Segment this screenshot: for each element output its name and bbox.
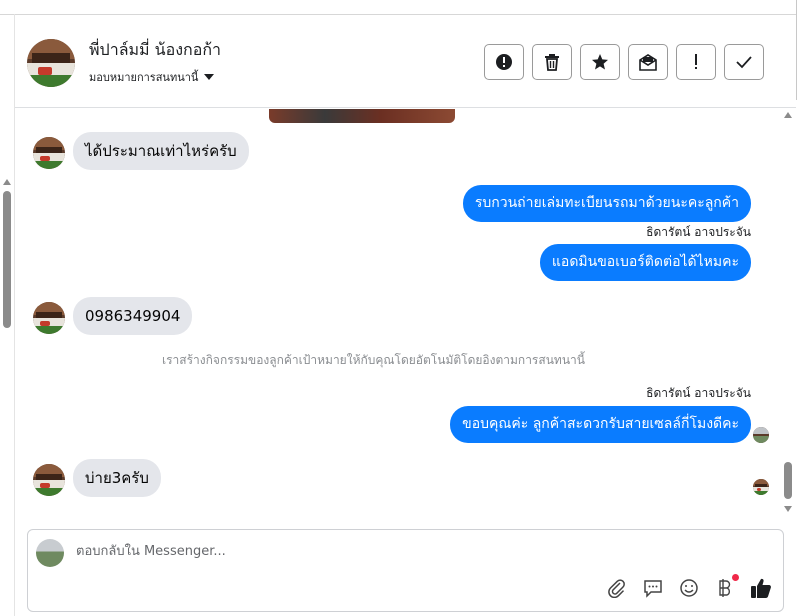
scroll-up-arrow-icon[interactable] [784, 112, 792, 118]
scroll-up-arrow-icon[interactable] [3, 179, 11, 185]
outgoing-message[interactable]: แอดมินขอเบอร์ติดต่อได้ไหมคะ [539, 244, 751, 281]
seen-receipt-avatar [753, 479, 769, 495]
notification-dot [732, 574, 739, 581]
scroll-down-arrow-icon[interactable] [784, 506, 792, 512]
outgoing-message[interactable]: ขอบคุณค่ะ ลูกค้าสะดวกรับสายเซลล์กี่โมงดี… [450, 406, 751, 443]
follow-up-button[interactable] [676, 44, 716, 80]
contact-avatar[interactable] [27, 39, 75, 87]
sender-name: ธิดารัตน์ อาจประจัน [646, 386, 751, 400]
conversation-header: พี่ปาล์มมี่ น้องกอก้า มอบหมายการสนทนานี้ [15, 15, 796, 108]
caret-down-icon [204, 74, 215, 80]
exclamation-icon [695, 54, 697, 69]
chat-bubble-icon [644, 580, 662, 598]
emoji-icon [680, 579, 698, 597]
contact-avatar-small [33, 302, 65, 334]
check-icon [736, 56, 752, 69]
assign-conversation-dropdown[interactable]: มอบหมายการสนทนานี้ [89, 68, 215, 86]
reply-input[interactable] [76, 540, 676, 562]
right-divider [796, 0, 797, 100]
alert-circle-icon [496, 54, 512, 70]
sender-name: ธิดารัตน์ อาจประจัน [646, 225, 751, 239]
star-icon [592, 54, 608, 70]
incoming-message[interactable]: บ่าย3ครับ [73, 459, 161, 497]
contact-avatar-small [33, 137, 65, 169]
like-button[interactable] [750, 577, 772, 599]
incoming-message[interactable]: ได้ประมาณเท่าไหร่ครับ [73, 132, 249, 170]
paperclip-icon [608, 579, 625, 598]
inbox-conversation-window: พี่ปาล์มมี่ น้องกอก้า มอบหมายการสนทนานี้ [0, 0, 809, 616]
saved-replies-button[interactable] [642, 577, 664, 599]
shared-photo-message[interactable] [269, 109, 455, 123]
incoming-message[interactable]: 0986349904 [73, 297, 193, 335]
seen-receipt-avatar [753, 427, 769, 443]
contact-avatar-small [33, 464, 65, 496]
thumbs-up-icon [751, 578, 771, 598]
contact-name[interactable]: พี่ปาล์มมี่ น้องกอก้า [89, 38, 221, 63]
delete-button[interactable] [532, 44, 572, 80]
attach-button[interactable] [606, 577, 628, 599]
outgoing-message[interactable]: รบกวนถ่ายเล่มทะเบียนรถมาด้วยนะคะลูกค้า [462, 185, 751, 222]
system-note: เราสร้างกิจกรรมของลูกค้าเป้าหมายให้กับคุ… [162, 353, 585, 367]
envelope-icon [639, 54, 657, 71]
thread-scrollbar-thumb[interactable] [784, 462, 792, 499]
page-avatar [36, 539, 64, 567]
star-button[interactable] [580, 44, 620, 80]
trash-icon [545, 54, 559, 71]
done-button[interactable] [724, 44, 764, 80]
left-scrollbar-thumb[interactable] [3, 191, 11, 328]
spam-button[interactable] [484, 44, 524, 80]
message-thread[interactable]: ได้ประมาณเท่าไหร่ครับ รบกวนถ่ายเล่มทะเบี… [15, 109, 781, 527]
mark-unread-button[interactable] [628, 44, 668, 80]
baht-icon [719, 579, 731, 597]
reply-composer [27, 529, 784, 612]
emoji-button[interactable] [678, 577, 700, 599]
assign-label: มอบหมายการสนทนานี้ [89, 71, 199, 84]
